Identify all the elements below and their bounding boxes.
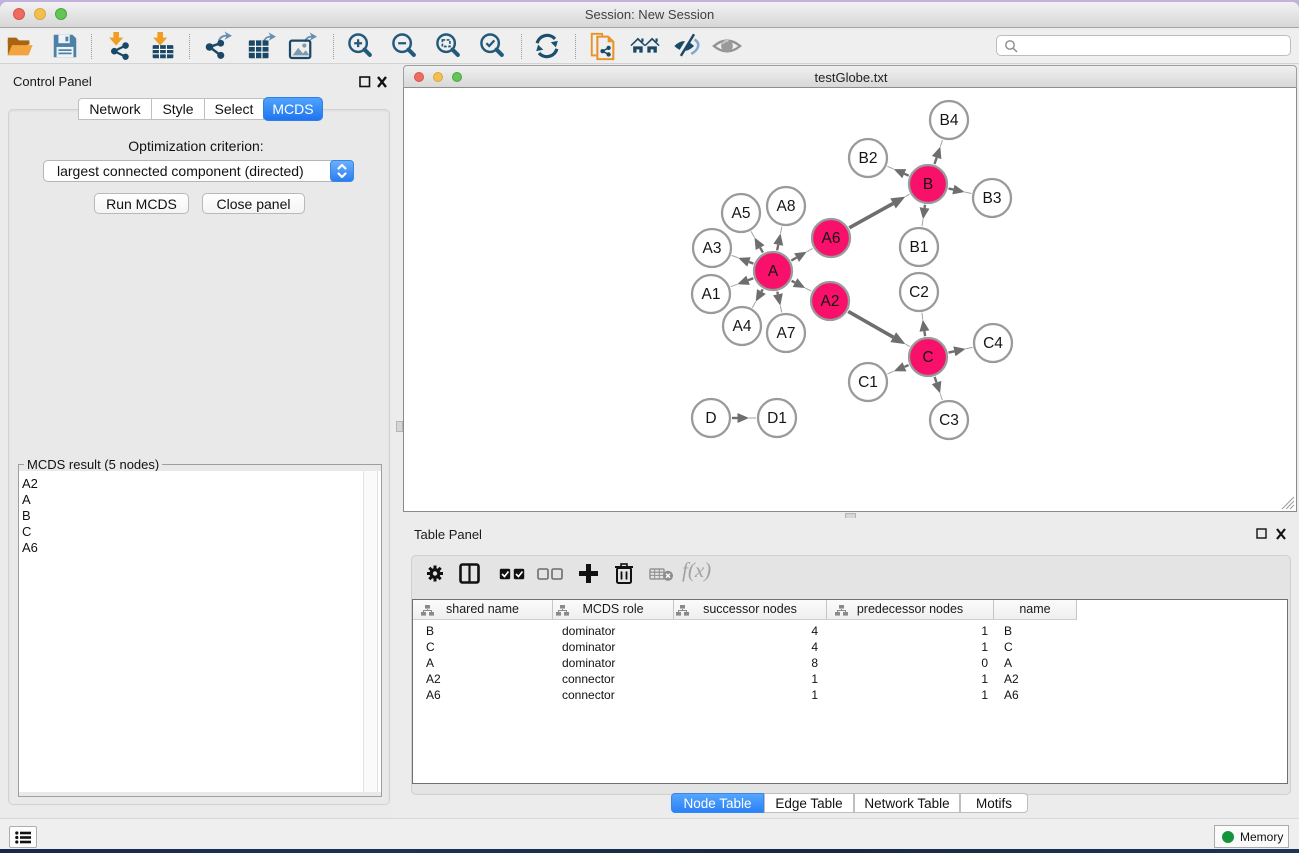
svg-text:A6: A6 bbox=[822, 230, 841, 247]
svg-text:A7: A7 bbox=[777, 325, 796, 342]
svg-text:D1: D1 bbox=[767, 410, 787, 427]
svg-text:B4: B4 bbox=[940, 112, 959, 129]
svg-text:B: B bbox=[923, 176, 933, 193]
svg-text:A1: A1 bbox=[702, 286, 721, 303]
svg-text:A2: A2 bbox=[821, 293, 840, 310]
svg-text:C2: C2 bbox=[909, 284, 929, 301]
svg-text:A5: A5 bbox=[732, 205, 751, 222]
svg-text:C1: C1 bbox=[858, 374, 878, 391]
svg-text:B3: B3 bbox=[983, 190, 1002, 207]
svg-text:D: D bbox=[705, 410, 716, 427]
svg-text:B1: B1 bbox=[910, 239, 929, 256]
svg-text:C3: C3 bbox=[939, 412, 959, 429]
svg-text:A8: A8 bbox=[777, 198, 796, 215]
svg-text:A: A bbox=[768, 263, 779, 280]
svg-text:A4: A4 bbox=[733, 318, 752, 335]
svg-text:B2: B2 bbox=[859, 150, 878, 167]
svg-text:A3: A3 bbox=[703, 240, 722, 257]
svg-text:C4: C4 bbox=[983, 335, 1003, 352]
svg-text:C: C bbox=[922, 349, 933, 366]
